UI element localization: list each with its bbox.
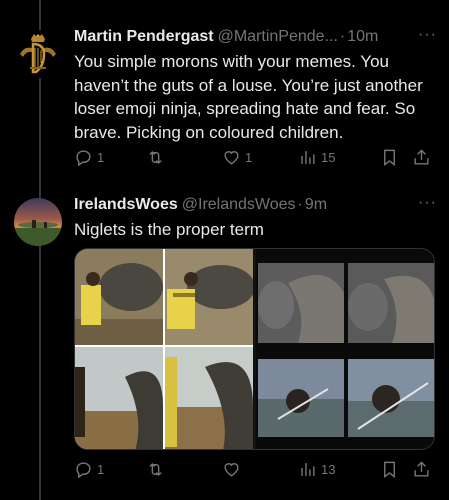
timestamp[interactable]: 10m: [347, 28, 378, 46]
image-frame: [258, 359, 344, 437]
image-collage-left: [75, 249, 253, 449]
tweet-header: Martin Pendergast @MartinPende... · 10m: [74, 28, 437, 46]
tweet-actions: 1 13: [74, 460, 435, 479]
share-icon: [414, 149, 429, 165]
image-frame: [165, 347, 253, 449]
retweet-button[interactable]: [146, 148, 222, 167]
like-count: 1: [245, 150, 253, 165]
harp-crest-icon: [14, 30, 62, 78]
bookmark-button[interactable]: [380, 148, 412, 167]
timestamp[interactable]: 9m: [305, 196, 327, 214]
like-button[interactable]: 1: [222, 148, 298, 167]
retweet-icon: [149, 150, 162, 165]
image-frame: [348, 359, 434, 437]
views-chart-icon: [301, 463, 315, 476]
heart-icon: [224, 151, 239, 165]
sunset-landscape-avatar: [14, 198, 62, 246]
share-button[interactable]: [412, 148, 431, 167]
reply-button[interactable]: 1: [74, 148, 146, 167]
bookmark-icon: [384, 149, 395, 167]
views-button[interactable]: 13: [298, 460, 380, 479]
view-count: 15: [321, 150, 336, 165]
separator-dot: ·: [339, 28, 346, 45]
reply-button[interactable]: 1: [74, 460, 146, 479]
image-frame: [258, 263, 344, 343]
tweet-actions: 1 1 15: [74, 148, 435, 167]
image-collage-right: [256, 249, 434, 449]
like-button[interactable]: [222, 460, 298, 479]
more-options-icon[interactable]: ···: [418, 26, 437, 44]
attached-image[interactable]: [74, 248, 435, 450]
tweet-text: Niglets is the proper term: [74, 220, 264, 239]
display-name[interactable]: IrelandsWoes: [74, 196, 178, 214]
bookmark-button[interactable]: [380, 460, 412, 479]
retweet-icon: [149, 462, 162, 477]
image-frame: [348, 263, 434, 343]
view-count: 13: [321, 462, 336, 477]
user-handle[interactable]: @MartinPende...: [218, 28, 338, 46]
avatar[interactable]: [14, 30, 62, 78]
reply-icon: [76, 150, 91, 167]
reply-icon: [76, 462, 91, 479]
image-frame: [75, 347, 163, 449]
heart-icon: [224, 463, 239, 477]
share-button[interactable]: [412, 460, 431, 479]
share-icon: [414, 461, 429, 477]
avatar[interactable]: [14, 198, 62, 246]
display-name[interactable]: Martin Pendergast: [74, 28, 214, 46]
image-frame: [75, 249, 163, 345]
reply-count: 1: [97, 150, 105, 165]
views-chart-icon: [301, 151, 315, 164]
tweet[interactable]: IrelandsWoes @IrelandsWoes · 9m ··· Nigl…: [0, 185, 449, 500]
separator-dot: ·: [297, 196, 303, 213]
reply-count: 1: [97, 462, 105, 477]
views-button[interactable]: 15: [298, 148, 380, 167]
user-handle[interactable]: @IrelandsWoes: [182, 196, 296, 214]
tweet-header: IrelandsWoes @IrelandsWoes · 9m: [74, 196, 437, 214]
retweet-button[interactable]: [146, 460, 222, 479]
bookmark-icon: [384, 461, 395, 479]
tweet-text: You simple morons with your memes. You h…: [74, 52, 423, 142]
tweet[interactable]: Martin Pendergast @MartinPende... · 10m …: [0, 0, 449, 185]
image-frame: [165, 249, 253, 345]
more-options-icon[interactable]: ···: [418, 194, 437, 212]
